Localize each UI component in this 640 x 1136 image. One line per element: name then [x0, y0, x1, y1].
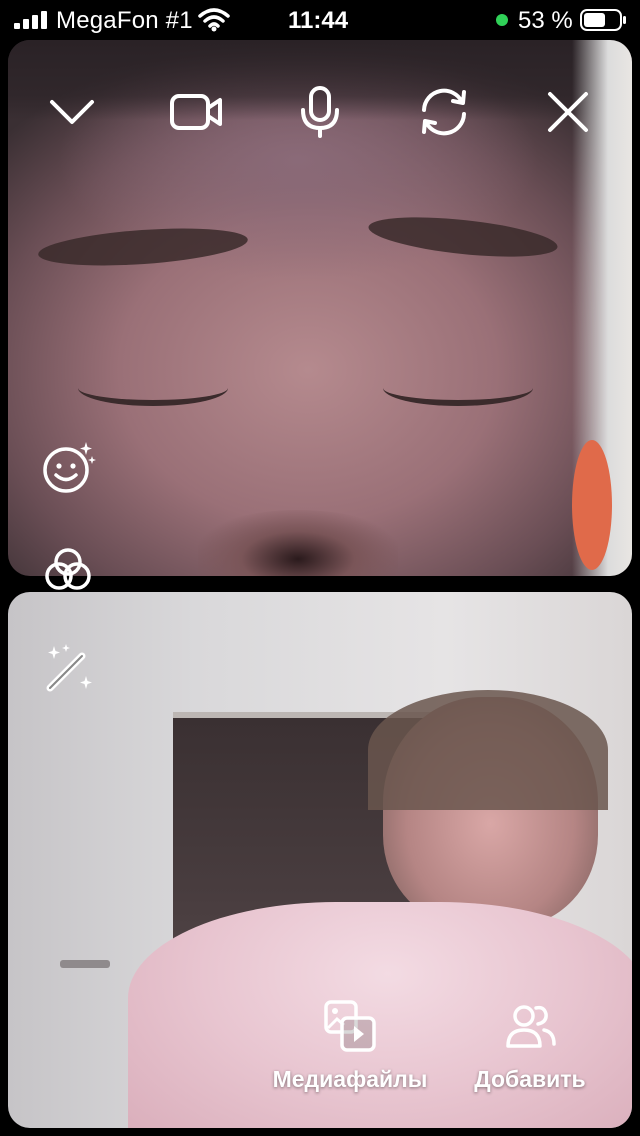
- end-call-button[interactable]: [536, 80, 600, 144]
- camera-in-use-indicator: [496, 14, 508, 26]
- video-frame-detail: [37, 222, 249, 272]
- wifi-icon: [198, 8, 230, 32]
- video-frame-detail: [78, 370, 228, 406]
- face-effects-button[interactable]: [36, 436, 100, 500]
- camera-flip-icon: [422, 88, 466, 136]
- color-filters-button[interactable]: [36, 538, 100, 602]
- close-icon: [548, 92, 588, 132]
- video-toggle-button[interactable]: [164, 80, 228, 144]
- video-call-screen: MegaFon #1 11:44 53 % Медиафайлы Добавит…: [0, 0, 640, 1136]
- flip-camera-button[interactable]: [412, 80, 476, 144]
- microphone-button[interactable]: [288, 80, 352, 144]
- magic-wand-button[interactable]: [36, 636, 100, 700]
- chevron-down-icon: [50, 100, 94, 124]
- media-files-button[interactable]: Медиафайлы: [260, 998, 440, 1108]
- minimize-button[interactable]: [40, 80, 104, 144]
- color-filters-icon: [45, 548, 91, 590]
- carrier-name: MegaFon #1: [56, 7, 193, 34]
- media-files-icon: [324, 1000, 376, 1052]
- video-frame-detail: [60, 960, 110, 968]
- video-frame-detail: [198, 510, 398, 576]
- magic-wand-icon: [46, 644, 92, 692]
- video-frame-detail: [572, 440, 612, 570]
- add-participant-button[interactable]: Добавить: [440, 998, 620, 1108]
- video-frame-detail: [368, 690, 608, 810]
- clock: 11:44: [288, 7, 349, 34]
- add-people-icon: [506, 1005, 556, 1048]
- battery-icon: [580, 9, 626, 31]
- battery-percent: 53 %: [518, 7, 573, 34]
- cellular-signal-icon: [14, 11, 47, 29]
- video-camera-icon: [170, 94, 222, 130]
- microphone-icon: [301, 86, 339, 138]
- video-frame-detail: [366, 210, 560, 264]
- face-effects-icon: [43, 442, 96, 493]
- video-frame-detail: [383, 370, 533, 406]
- media-files-label: Медиафайлы: [272, 1066, 428, 1092]
- status-bar: MegaFon #1 11:44 53 %: [0, 0, 640, 40]
- add-participant-label: Добавить: [474, 1066, 586, 1092]
